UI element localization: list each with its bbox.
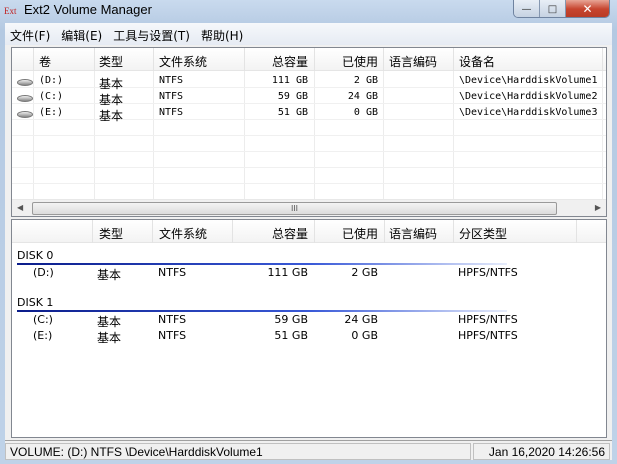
close-button[interactable]: ✕ bbox=[566, 0, 609, 17]
type: 基本 bbox=[99, 109, 124, 123]
horizontal-scrollbar[interactable]: ◀ III ▶ bbox=[12, 199, 606, 216]
col-used[interactable]: 已使用 bbox=[322, 225, 378, 242]
menu-help[interactable]: 帮助(H) bbox=[196, 23, 249, 45]
type: 基本 bbox=[97, 268, 122, 282]
disk-label[interactable]: DISK 1 bbox=[17, 296, 53, 309]
menu-file[interactable]: 文件(F) bbox=[5, 23, 56, 45]
disk-label[interactable]: DISK 0 bbox=[17, 249, 53, 262]
type: 基本 bbox=[97, 315, 122, 329]
filesystem: NTFS bbox=[158, 266, 187, 279]
disk-list-header: 类型 文件系统 总容量 已使用 语言编码 分区类型 bbox=[12, 220, 606, 243]
col-volume[interactable]: 卷 bbox=[39, 53, 51, 70]
drive-icon bbox=[17, 95, 33, 102]
menu-bar: 文件(F) 编辑(E) 工具与设置(T) 帮助(H) bbox=[5, 23, 612, 45]
used-size: 0 GB bbox=[351, 329, 378, 342]
col-total[interactable]: 总容量 bbox=[252, 225, 308, 242]
total-size: 59 GB bbox=[277, 91, 308, 102]
volume-list[interactable]: 卷 类型 文件系统 总容量 已使用 语言编码 设备名 (D:) 基本 NTFS 111… bbox=[11, 47, 607, 217]
volume: (E:) bbox=[39, 107, 64, 118]
scroll-left-icon[interactable]: ◀ bbox=[17, 203, 23, 212]
total-size: 59 GB bbox=[274, 313, 308, 326]
window-controls: — □ ✕ bbox=[513, 0, 610, 18]
drive-icon bbox=[17, 79, 33, 86]
filesystem: NTFS bbox=[158, 313, 187, 326]
drive-icon bbox=[17, 111, 33, 118]
menu-edit[interactable]: 编辑(E) bbox=[56, 23, 108, 45]
volume: (C:) bbox=[33, 313, 53, 326]
used-size: 0 GB bbox=[353, 107, 378, 118]
disk-divider bbox=[17, 310, 507, 312]
used-size: 2 GB bbox=[351, 266, 378, 279]
col-fs[interactable]: 文件系统 bbox=[159, 53, 207, 70]
status-bar: VOLUME: (D:) NTFS \Device\HarddiskVolume… bbox=[5, 440, 612, 460]
partition-type: HPFS/NTFS bbox=[458, 313, 518, 326]
used-size: 2 GB bbox=[353, 75, 378, 86]
col-codepage[interactable]: 语言编码 bbox=[389, 53, 437, 70]
type: 基本 bbox=[99, 93, 124, 107]
volume: (D:) bbox=[39, 75, 64, 86]
filesystem: NTFS bbox=[159, 75, 184, 86]
col-device[interactable]: 设备名 bbox=[459, 53, 495, 70]
volume: (D:) bbox=[33, 266, 54, 279]
client-area: 文件(F) 编辑(E) 工具与设置(T) 帮助(H) 卷 类型 文件系统 总容量… bbox=[5, 23, 612, 460]
total-size: 111 GB bbox=[271, 75, 308, 86]
disk-list[interactable]: 类型 文件系统 总容量 已使用 语言编码 分区类型 DISK 0 (D:) 基本 NT… bbox=[11, 219, 607, 438]
used-size: 24 GB bbox=[344, 313, 378, 326]
type: 基本 bbox=[99, 77, 124, 91]
disk-divider bbox=[17, 263, 507, 265]
total-size: 111 GB bbox=[267, 266, 308, 279]
col-used[interactable]: 已使用 bbox=[322, 53, 378, 70]
used-size: 24 GB bbox=[347, 91, 378, 102]
col-fs[interactable]: 文件系统 bbox=[159, 225, 207, 242]
col-codepage[interactable]: 语言编码 bbox=[389, 225, 437, 242]
app-logo: Ext bbox=[4, 6, 17, 16]
menu-tools[interactable]: 工具与设置(T) bbox=[108, 23, 196, 45]
col-type[interactable]: 类型 bbox=[99, 225, 123, 242]
type: 基本 bbox=[97, 331, 122, 345]
scroll-thumb[interactable]: III bbox=[32, 202, 557, 215]
device-name: \Device\HarddiskVolume1 bbox=[459, 75, 598, 86]
maximize-button[interactable]: □ bbox=[540, 0, 566, 17]
partition-type: HPFS/NTFS bbox=[458, 266, 518, 279]
device-name: \Device\HarddiskVolume3 bbox=[459, 107, 598, 118]
col-total[interactable]: 总容量 bbox=[252, 53, 308, 70]
total-size: 51 GB bbox=[277, 107, 308, 118]
filesystem: NTFS bbox=[158, 329, 187, 342]
scroll-right-icon[interactable]: ▶ bbox=[595, 203, 601, 212]
col-ptype[interactable]: 分区类型 bbox=[459, 225, 507, 242]
window-title: Ext2 Volume Manager bbox=[24, 2, 152, 17]
status-volume: VOLUME: (D:) NTFS \Device\HarddiskVolume… bbox=[5, 443, 471, 460]
status-datetime: Jan 16,2020 14:26:56 bbox=[473, 443, 610, 460]
device-name: \Device\HarddiskVolume2 bbox=[459, 91, 598, 102]
partition-type: HPFS/NTFS bbox=[458, 329, 518, 342]
volume: (C:) bbox=[39, 91, 64, 102]
volume-list-header: 卷 类型 文件系统 总容量 已使用 语言编码 设备名 bbox=[12, 48, 606, 71]
minimize-button[interactable]: — bbox=[514, 0, 540, 17]
total-size: 51 GB bbox=[274, 329, 308, 342]
filesystem: NTFS bbox=[159, 91, 184, 102]
app-window: Ext Ext2 Volume Manager — □ ✕ 文件(F) 编辑(E… bbox=[0, 0, 617, 464]
volume: (E:) bbox=[33, 329, 53, 342]
filesystem: NTFS bbox=[159, 107, 184, 118]
col-type[interactable]: 类型 bbox=[99, 53, 123, 70]
